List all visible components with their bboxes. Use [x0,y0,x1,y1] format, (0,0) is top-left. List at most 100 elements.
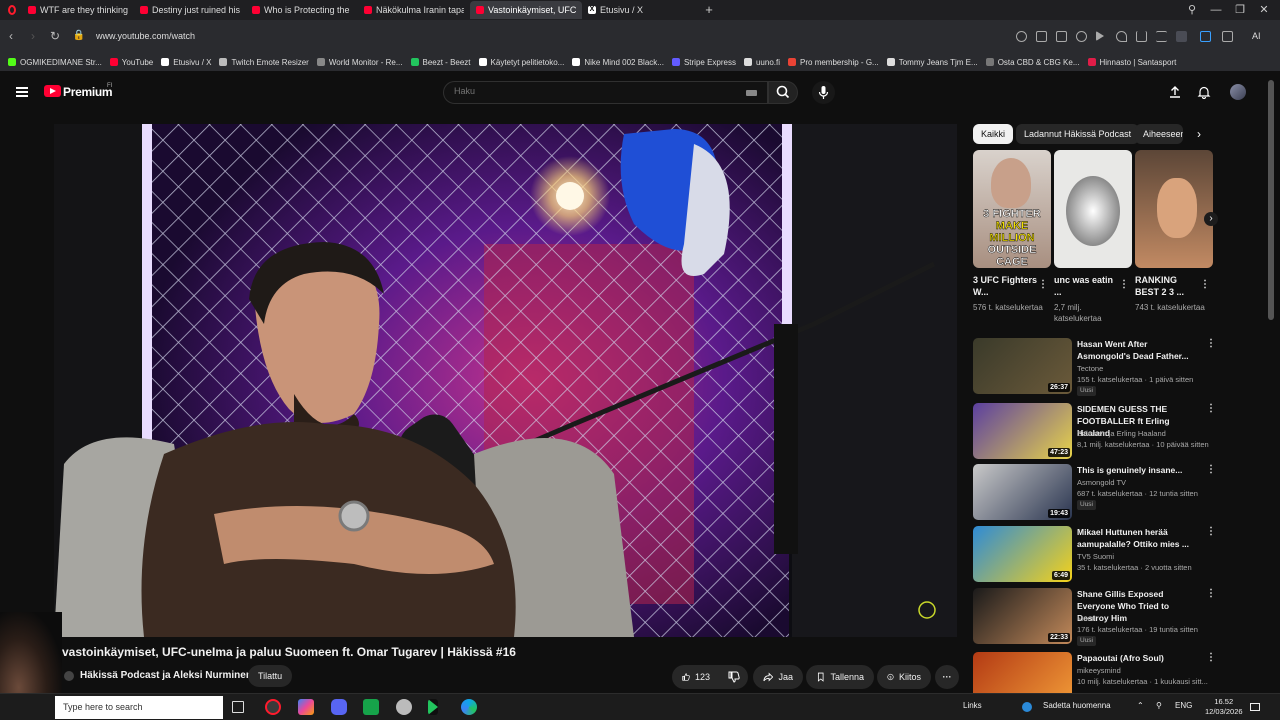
short-title[interactable]: RANKING BEST 2 3 ... [1135,274,1199,298]
short-menu-icon[interactable]: ⋮ [1119,279,1129,291]
bookmark-item[interactable]: YouTube [109,58,153,67]
video-thumbnail[interactable]: 26:37 [973,338,1072,394]
forward-button[interactable]: › [26,29,40,43]
chips-next-icon[interactable]: › [1190,124,1208,144]
browser-tab[interactable]: X Etusivu / X [582,1,694,19]
more-actions-button[interactable]: ··· [935,665,959,689]
dislike-button[interactable] [720,665,748,689]
like-button[interactable]: 123 [672,665,720,689]
page-scrollbar[interactable] [1268,80,1274,320]
weather-text[interactable]: Sadetta huomenna [1043,701,1111,710]
youtube-logo-icon[interactable] [44,85,61,97]
browser-search-icon[interactable]: ⚲ [1180,0,1204,20]
maximize-button[interactable]: ❐ [1228,0,1252,20]
opera-browser-icon[interactable] [8,5,16,15]
share-button[interactable]: Jaa [753,665,803,689]
video-channel[interactable]: mikeeysmind [1077,665,1121,676]
tray-chevron-icon[interactable]: ⌃ [1137,701,1144,710]
cube-icon[interactable] [1222,31,1233,42]
heart-icon[interactable] [1116,31,1127,42]
video-thumbnail[interactable]: 22:33 [973,588,1072,644]
download-icon[interactable] [1136,31,1147,42]
bookmark-item[interactable]: Osta CBD & CBG Ke... [985,58,1080,67]
browser-tab[interactable]: Näkökulma Iranin tapaht [358,1,470,19]
bookmark-item[interactable]: Nike Mind 002 Black... [572,58,664,67]
chip-all[interactable]: Kaikki [973,124,1014,144]
browser-tab[interactable]: Who is Protecting the Jeff [246,1,358,19]
thanks-button[interactable]: $ Kiitos [877,665,931,689]
recommended-video[interactable]: 19:43 This is genuinely insane... Asmongol… [973,464,1218,522]
video-channel[interactable]: Moon [1077,613,1096,624]
play-store-taskbar-icon[interactable] [428,699,438,715]
short-thumbnail[interactable]: 3 FIGHTER MAKE MILLION OUTSIDE CAGE [973,150,1051,268]
browser-tab[interactable]: WTF are they thinking? - Y [22,1,134,19]
save-button[interactable]: Tallenna [806,665,874,689]
search-button[interactable] [768,81,798,104]
ai-button[interactable]: AI [1252,31,1261,41]
network-icon[interactable]: ⚲ [1156,701,1162,710]
url-field[interactable]: www.youtube.com/watch [96,31,195,41]
bookmark-item[interactable]: World Monitor - Re... [316,58,403,67]
video-title[interactable]: Papaoutai (Afro Soul) [1077,652,1202,664]
subscribe-button[interactable]: Tilattu [248,665,293,687]
channel-name[interactable]: Häkissä Podcast ja Aleksi Nurminen [80,670,252,681]
bookmark-item[interactable]: Tommy Jeans Tjm E... [886,58,978,67]
new-tab-button[interactable]: + [702,3,716,17]
video-channel[interactable]: Tectone [1077,363,1103,374]
bookmark-item[interactable]: Etusivu / X [161,58,211,67]
back-button[interactable]: ‹ [4,29,18,43]
edit-icon[interactable] [1036,31,1047,42]
video-player[interactable] [54,124,957,637]
language-indicator[interactable]: ENG [1175,701,1192,710]
voice-search-button[interactable] [812,81,835,104]
short-title[interactable]: 3 UFC Fighters W... [973,274,1037,298]
links-toolbar[interactable]: Links [963,701,982,710]
bookmark-item[interactable]: OGMIKEDIMANE Str... [8,58,102,67]
video-title[interactable]: Mikael Huttunen herää aamupalalle? Ottik… [1077,526,1202,550]
short-menu-icon[interactable]: ⋮ [1038,279,1048,291]
video-channel[interactable]: TV5 Suomi [1077,551,1114,562]
notification-center-icon[interactable] [1250,703,1260,711]
keyboard-icon[interactable] [746,90,757,96]
task-view-icon[interactable] [232,701,244,713]
short-menu-icon[interactable]: ⋮ [1200,279,1210,291]
shield-icon[interactable] [1076,31,1087,42]
browser-tab[interactable]: Destiny just ruined his car [134,1,246,19]
minimize-button[interactable]: — [1204,0,1228,20]
video-title[interactable]: This is genuinely insane... [1077,464,1202,476]
taskbar-search-field[interactable]: Type here to search [55,696,223,719]
browser-tab[interactable]: Vastoinkäymiset, UFC [470,1,582,19]
clock[interactable]: 16.52 12/03/2026 [1205,697,1243,717]
bookmark-item[interactable]: uuno.fi [743,58,780,67]
video-menu-icon[interactable]: ⋮ [1206,526,1216,538]
video-thumbnail[interactable]: 19:43 [973,464,1072,520]
video-thumbnail[interactable]: 47:23 [973,403,1072,459]
shorts-next-icon[interactable]: › [1204,212,1218,226]
video-title[interactable]: Hasan Went After Asmongold's Dead Father… [1077,338,1202,362]
upload-icon[interactable] [1168,85,1182,99]
page-search-icon[interactable] [1016,31,1027,42]
play-icon[interactable] [1096,31,1104,41]
short-thumbnail[interactable] [1054,150,1132,268]
chip-related[interactable]: Aiheeseen [1135,124,1183,144]
recommended-video[interactable]: 22:33 Shane Gillis Exposed Everyone Who T… [973,588,1218,646]
video-menu-icon[interactable]: ⋮ [1206,652,1216,664]
menu-icon[interactable] [16,87,28,97]
video-menu-icon[interactable]: ⋮ [1206,464,1216,476]
video-channel[interactable]: Asmongold TV [1077,477,1126,488]
search-box[interactable] [443,81,768,104]
video-thumbnail[interactable]: 6:49 [973,526,1072,582]
copilot-taskbar-icon[interactable] [298,699,314,715]
short-title[interactable]: unc was eatin ... [1054,274,1118,298]
video-menu-icon[interactable]: ⋮ [1206,588,1216,600]
bookmark-item[interactable]: Pro membership - G... [788,58,879,67]
extension-icon[interactable] [1200,31,1211,42]
notifications-bell-icon[interactable] [1197,85,1211,99]
search-input[interactable] [454,86,734,96]
close-window-button[interactable]: ✕ [1252,0,1276,20]
bookmark-item[interactable]: Hinnasto | Santasport [1087,58,1176,67]
chip-channel[interactable]: Ladannut Häkissä Podcast [1016,124,1140,144]
bookmark-item[interactable]: Twitch Emote Resizer [219,58,309,67]
profile-icon[interactable] [1176,31,1187,42]
video-channel[interactable]: Sidemen ja Erling Haaland [1077,428,1166,439]
